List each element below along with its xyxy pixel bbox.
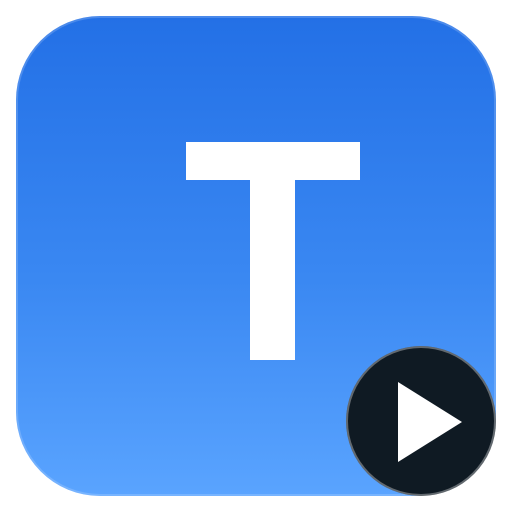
letter-t-glyph: T <box>186 142 360 360</box>
letter-t-stem <box>250 142 295 360</box>
play-icon <box>398 382 462 462</box>
icon-canvas: T <box>0 0 512 512</box>
play-badge <box>346 346 496 496</box>
